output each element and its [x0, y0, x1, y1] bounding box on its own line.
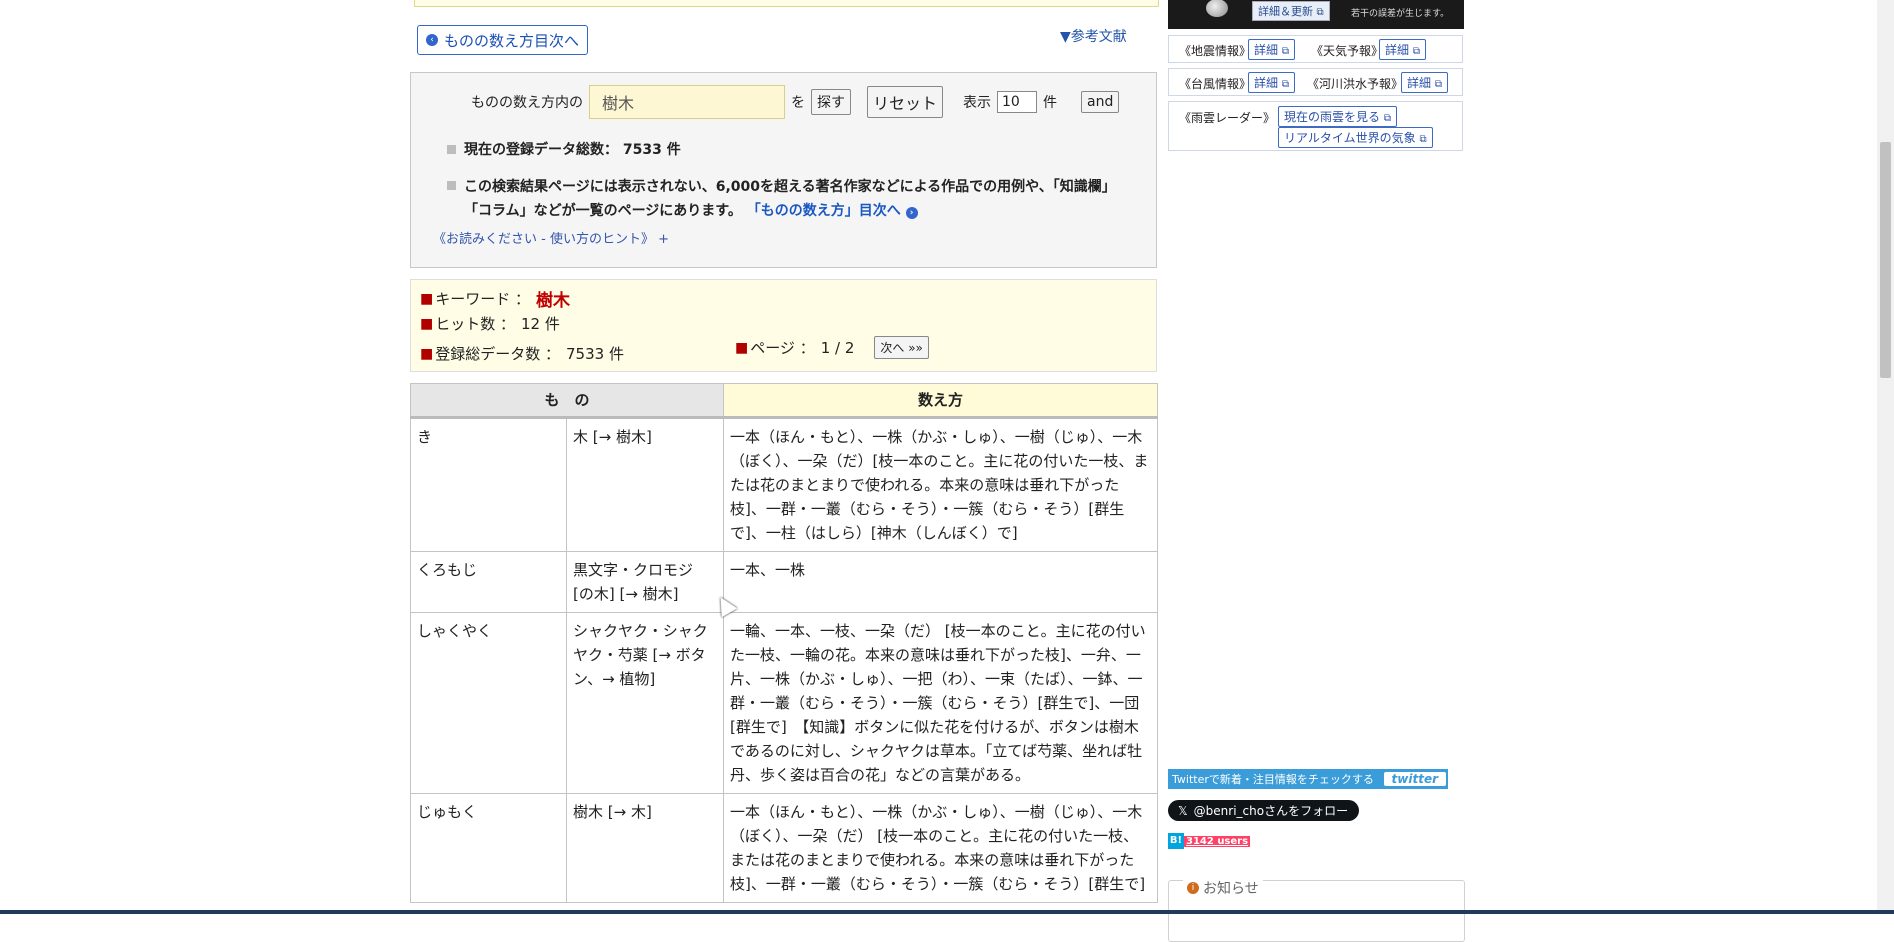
- name-cell: 樹木 [→ 木]: [565, 793, 725, 903]
- reading-cell: じゅもく: [410, 793, 567, 903]
- twitter-logo: twitter: [1383, 772, 1446, 786]
- info-panel-rain: 《雨雲レーダー》 現在の雨雲を見る ⧉ リアルタイム世界の気象 ⧉: [1168, 101, 1463, 151]
- display-count-input[interactable]: 10: [997, 91, 1038, 113]
- notice-title: i お知らせ: [1183, 878, 1263, 898]
- page-label: ページ ：: [750, 339, 815, 357]
- hatena-bookmark[interactable]: B! 3142 users: [1168, 833, 1251, 849]
- name-cell: 木 [→ 樹木]: [565, 417, 725, 552]
- count-cell: 一本（ほん・もと）、一株（かぶ・しゅ）、一樹（じゅ）、一木（ぼく）、一朶（だ）[…: [723, 417, 1159, 552]
- pager: ■ ページ ： 1 / 2 次へ »»: [735, 336, 929, 359]
- result-keyword-label: キーワード ：: [435, 290, 531, 308]
- twitter-banner[interactable]: Twitterで新着・注目情報をチェックする twitter: [1168, 769, 1448, 789]
- bullet-square: [447, 145, 456, 154]
- note-toc-link[interactable]: 「ものの数え方」目次へ ›: [747, 203, 918, 219]
- table-row: き 木 [→ 樹木] 一本（ほん・もと）、一株（かぶ・しゅ）、一樹（じゅ）、一木…: [410, 417, 1159, 552]
- moon-icon: [1206, 0, 1228, 17]
- note-line: この検索結果ページには表示されない、6,000を超える著名作家などによる作品での…: [447, 175, 1127, 223]
- header-mono: も の: [409, 383, 725, 419]
- hint-link[interactable]: 《お読みください - 使い方のヒント》 +: [433, 228, 669, 247]
- search-particle: を: [791, 95, 805, 111]
- external-link-icon: ⧉: [1383, 113, 1391, 124]
- hatena-bookmark-icon: B!: [1168, 833, 1184, 849]
- external-link-icon: ⧉: [1316, 7, 1324, 18]
- result-total-value: 7533 件: [566, 345, 624, 363]
- toc-button[interactable]: ‹ ものの数え方目次へ: [417, 25, 589, 55]
- river-detail-button[interactable]: 詳細 ⧉: [1401, 72, 1448, 93]
- count-cell: 一輪、一本、一枝、一朶（だ） [枝一本のこと。主に花の付いた一枝、一輪の花。本来…: [723, 612, 1159, 794]
- weather-detail-button[interactable]: 詳細 ⧉: [1379, 39, 1426, 60]
- reading-cell: き: [410, 417, 567, 552]
- table-row: じゅもく 樹木 [→ 木] 一本（ほん・もと）、一株（かぶ・しゅ）、一樹（じゅ）…: [410, 793, 1159, 903]
- external-link-icon: ⧉: [1434, 79, 1442, 90]
- external-link-icon: ⧉: [1281, 46, 1289, 57]
- search-row: ものの数え方内の 樹木 を 探す リセット 表示 10 件 and: [471, 85, 1120, 119]
- hits-value: 12 件: [521, 315, 560, 333]
- toc-button-label: ものの数え方目次へ: [444, 31, 580, 50]
- river-label: 《河川洪水予報》: [1307, 77, 1404, 91]
- result-keyword-value: 樹木: [536, 291, 571, 311]
- hits-line: ■ ヒット数 ： 12 件: [420, 315, 560, 333]
- follow-button[interactable]: 𝕏 @benri_choさんをフォロー: [1168, 800, 1359, 821]
- name-cell: シャクヤク・シャクヤク・芍薬 [→ ボタン、→ 植物]: [565, 612, 725, 794]
- twitter-banner-text: Twitterで新着・注目情報をチェックする: [1172, 773, 1374, 786]
- external-link-icon: ⧉: [1281, 79, 1289, 90]
- name-cell: 黒文字・クロモジ [の木] [→ 樹木]: [565, 551, 725, 613]
- total-data-line: 現在の登録データ総数： 7533 件: [447, 139, 681, 159]
- reset-button[interactable]: リセット: [867, 86, 944, 118]
- reading-cell: しゃくやく: [410, 612, 567, 794]
- typhoon-detail-button[interactable]: 詳細 ⧉: [1248, 72, 1295, 93]
- hatena-users-count[interactable]: 3142 users: [1184, 835, 1251, 847]
- search-button[interactable]: 探す: [811, 89, 851, 115]
- external-link-icon: ⧉: [1419, 134, 1427, 145]
- external-link-icon: ⧉: [1412, 46, 1420, 57]
- moon-note: 若干の誤差が生じます。: [1351, 9, 1450, 19]
- total-line: ■ 登録総データ数 ： 7533 件: [420, 345, 624, 363]
- table-row: しゃくやく シャクヤク・シャクヤク・芍薬 [→ ボタン、→ 植物] 一輪、一本、…: [410, 612, 1159, 794]
- count-unit: 件: [1043, 95, 1058, 111]
- keyword-input[interactable]: 樹木: [589, 85, 785, 119]
- reading-cell: くろもじ: [410, 551, 567, 613]
- rain-now-button[interactable]: 現在の雨雲を見る ⧉: [1278, 106, 1397, 127]
- chevron-right-circle-icon: ›: [905, 207, 918, 219]
- results-table: も の 数え方 き 木 [→ 樹木] 一本（ほん・もと）、一株（かぶ・しゅ）、一…: [409, 383, 1159, 903]
- search-panel: ものの数え方内の 樹木 を 探す リセット 表示 10 件 and 現在の登録デ…: [410, 72, 1157, 268]
- scrollbar-thumb[interactable]: [1880, 142, 1891, 378]
- next-page-button[interactable]: 次へ »»: [874, 336, 929, 359]
- chevron-left-circle-icon: ‹: [426, 34, 438, 46]
- info-icon: i: [1187, 882, 1199, 894]
- x-logo-icon: 𝕏: [1178, 803, 1188, 818]
- references-link[interactable]: ▼参考文献: [1060, 26, 1127, 46]
- typhoon-label: 《台風情報》: [1179, 77, 1252, 91]
- follow-button-label: @benri_choさんをフォロー: [1193, 804, 1349, 818]
- and-button[interactable]: and: [1081, 91, 1120, 113]
- info-panel-quake-weather: 《地震情報》 詳細 ⧉ 《天気予報》 詳細 ⧉: [1168, 35, 1463, 63]
- realtime-weather-button[interactable]: リアルタイム世界の気象 ⧉: [1278, 127, 1433, 148]
- page-value: 1 / 2: [820, 338, 855, 357]
- scrollbar-track[interactable]: [1877, 0, 1894, 914]
- top-banner-strip: [414, 0, 1159, 7]
- earthquake-label: 《地震情報》: [1179, 44, 1252, 58]
- rain-label: 《雨雲レーダー》: [1179, 111, 1276, 125]
- bullet-square: [447, 181, 456, 190]
- moon-phase-widget: 詳細＆更新 ⧉ 若干の誤差が生じます。: [1168, 0, 1464, 29]
- count-cell: 一本（ほん・もと）、一株（かぶ・しゅ）、一樹（じゅ）、一木（ぼく）、一朶（だ） …: [723, 793, 1159, 903]
- header-count: 数え方: [723, 383, 1159, 419]
- total-value: 7533 件: [622, 142, 681, 158]
- total-label: 現在の登録データ総数：: [464, 142, 618, 158]
- table-row: くろもじ 黒文字・クロモジ [の木] [→ 樹木] 一本、一株: [410, 551, 1159, 613]
- hits-label: ヒット数 ：: [435, 315, 516, 333]
- earthquake-detail-button[interactable]: 詳細 ⧉: [1248, 39, 1295, 60]
- info-panel-typhoon-river: 《台風情報》 詳細 ⧉ 《河川洪水予報》 詳細 ⧉: [1168, 68, 1463, 96]
- result-summary: ■ キーワード ： 樹木 ■ ヒット数 ： 12 件 ■ 登録総データ数 ： 7…: [410, 279, 1157, 372]
- bottom-edge-bar: [0, 910, 1894, 914]
- search-prefix: ものの数え方内の: [471, 95, 583, 111]
- result-total-label: 登録総データ数 ：: [435, 345, 561, 363]
- weather-label: 《天気予報》: [1311, 44, 1384, 58]
- keyword-line: ■ キーワード ： 樹木: [420, 286, 570, 311]
- count-cell: 一本、一株: [723, 551, 1159, 613]
- display-label: 表示: [963, 95, 992, 111]
- moon-update-button[interactable]: 詳細＆更新 ⧉: [1252, 1, 1330, 21]
